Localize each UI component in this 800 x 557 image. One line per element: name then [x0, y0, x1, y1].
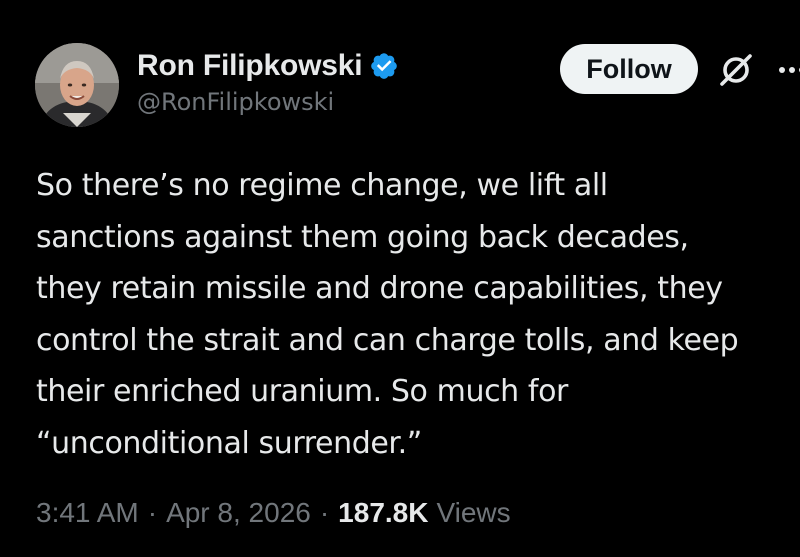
follow-button[interactable]: Follow [560, 44, 698, 94]
tweet-text-line: they retain missile and drone capabiliti… [36, 271, 723, 306]
views-count[interactable]: 187.8K [338, 497, 428, 529]
tweet-text-line: “unconditional surrender.” [36, 425, 422, 461]
author-handle[interactable]: @RonFilipkowski [137, 88, 334, 116]
avatar[interactable] [35, 43, 119, 127]
tweet-time[interactable]: 3:41 AM [36, 497, 139, 529]
tweet-text-line: their enriched uranium. So much for [36, 374, 568, 409]
display-name[interactable]: Ron Filipkowski [137, 49, 363, 83]
tweet-card: Ron Filipkowski @RonFilipkowski Follow S… [0, 0, 800, 557]
author-name-row[interactable]: Ron Filipkowski [137, 46, 399, 86]
avatar-photo-icon [35, 43, 119, 127]
tweet-date[interactable]: Apr 8, 2026 [166, 497, 311, 529]
tweet-text-line: control the strait and can charge tolls,… [36, 322, 739, 358]
tweet-meta: 3:41 AM · Apr 8, 2026 · 187.8K Views [36, 497, 511, 529]
tweet-text-line: sanctions against them going back decade… [36, 219, 689, 255]
meta-separator: · [147, 497, 158, 528]
tweet-text-line: So there’s no regime change, we lift all [36, 168, 608, 203]
grok-icon[interactable] [716, 50, 756, 90]
meta-separator: · [319, 497, 330, 528]
verified-badge-icon[interactable] [369, 51, 399, 81]
more-icon[interactable] [776, 60, 800, 80]
tweet-text: So there’s no regime change, we lift all… [36, 160, 800, 469]
views-label: Views [436, 497, 511, 528]
